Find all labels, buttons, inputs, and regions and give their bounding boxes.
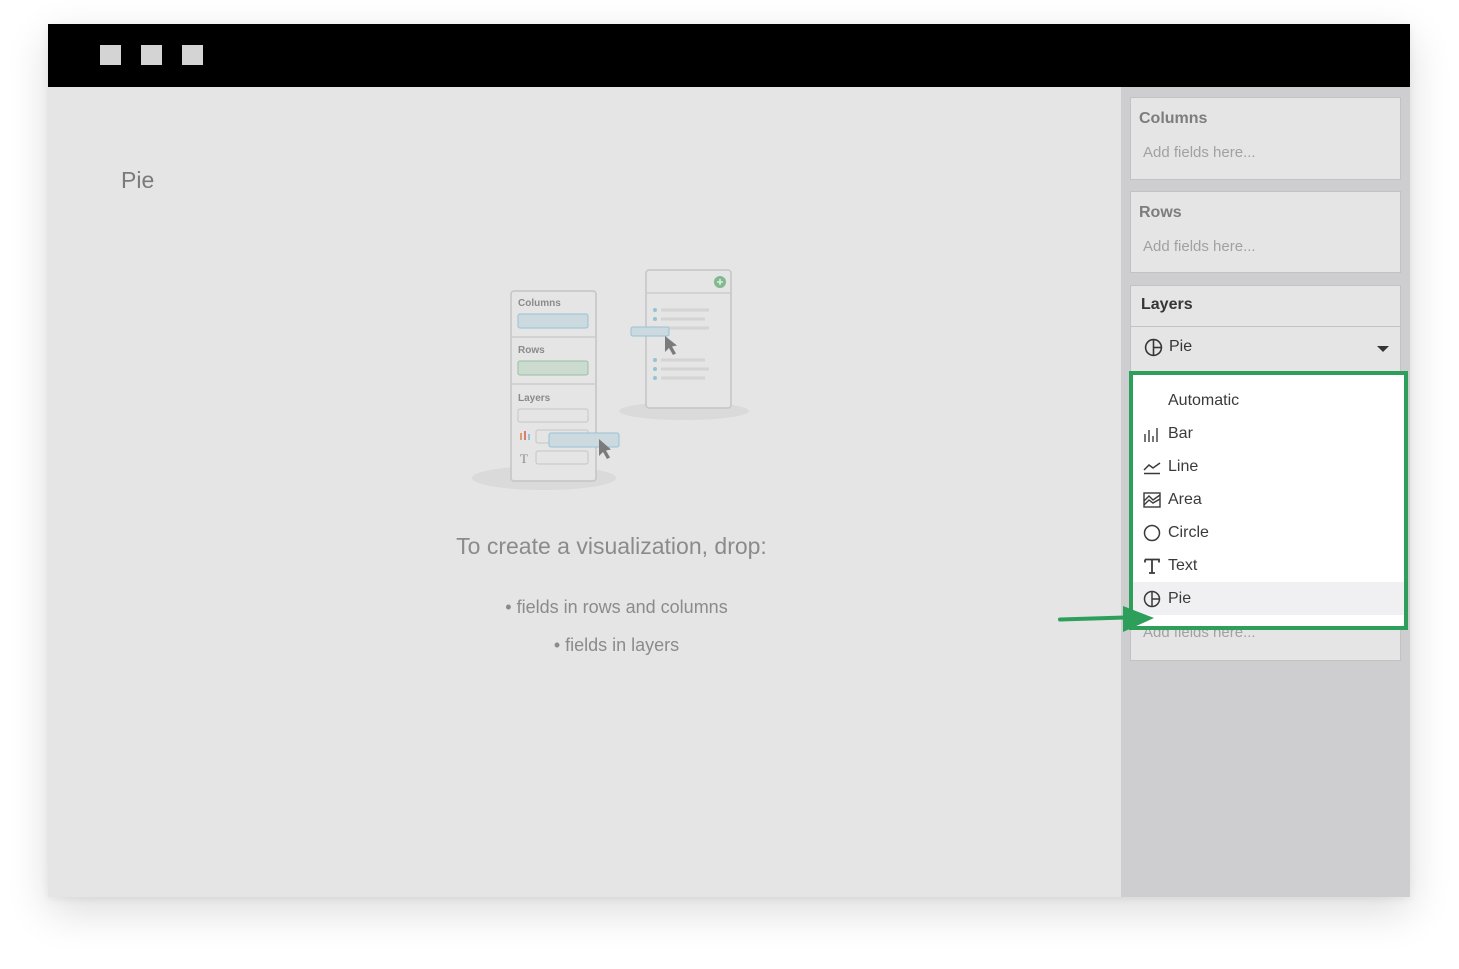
- columns-shelf-placeholder: Add fields here...: [1143, 144, 1256, 161]
- illustration-text-glyph: T: [520, 451, 528, 466]
- area-chart-icon: [1143, 492, 1161, 508]
- layer-option-line[interactable]: Line: [1133, 450, 1404, 483]
- columns-shelf-title: Columns: [1139, 110, 1208, 127]
- layer-option-label: Area: [1168, 491, 1202, 508]
- layer-option-label: Pie: [1168, 590, 1192, 607]
- layer-option-label: Circle: [1168, 524, 1209, 541]
- empty-state-title: To create a visualization, drop:: [456, 533, 767, 559]
- rows-shelf-title: Rows: [1139, 204, 1182, 221]
- window-button-1[interactable]: [100, 45, 121, 65]
- layer-option-label: Bar: [1168, 425, 1193, 442]
- window-button-3[interactable]: [182, 45, 203, 65]
- layer-type-dropdown: Automatic Bar Line Area Circle Text Pie: [1129, 371, 1408, 630]
- rows-shelf[interactable]: Rows Add fields here...: [1130, 191, 1401, 273]
- app-window: Pie Columns Rows Layers T To create a vi…: [48, 24, 1410, 897]
- illustration-columns-label: Columns: [518, 298, 561, 309]
- empty-state-illustration: Columns Rows Layers T: [472, 269, 749, 490]
- columns-shelf[interactable]: Columns Add fields here...: [1130, 97, 1401, 180]
- window-button-2[interactable]: [141, 45, 162, 65]
- layer-option-text[interactable]: Text: [1133, 549, 1404, 582]
- text-icon: [1144, 558, 1160, 574]
- layer-option-area[interactable]: Area: [1133, 483, 1404, 516]
- layer-option-automatic[interactable]: Automatic: [1133, 384, 1404, 417]
- bar-chart-icon: [1144, 428, 1158, 442]
- rows-shelf-placeholder: Add fields here...: [1143, 238, 1256, 255]
- layer-option-bar[interactable]: Bar: [1133, 417, 1404, 450]
- layer-option-label: Line: [1168, 458, 1199, 475]
- empty-state-line-layers: • fields in layers: [553, 635, 680, 655]
- layer-option-pie[interactable]: Pie: [1133, 582, 1404, 615]
- layer-type-select[interactable]: Pie: [1131, 327, 1400, 369]
- circle-icon: [1143, 524, 1161, 542]
- visualization-title[interactable]: Pie: [121, 167, 154, 194]
- line-chart-icon: [1143, 462, 1161, 475]
- visualization-canvas: Pie Columns Rows Layers T To create a vi…: [48, 87, 1121, 897]
- layer-option-label: Automatic: [1168, 392, 1240, 409]
- layer-option-circle[interactable]: Circle: [1133, 516, 1404, 549]
- layers-shelf-title: Layers: [1141, 296, 1193, 313]
- empty-state-line-rows-columns: • fields in rows and columns: [505, 597, 728, 617]
- illustration-rows-label: Rows: [518, 345, 545, 356]
- chevron-down-icon: [1377, 346, 1389, 352]
- title-bar: [48, 24, 1410, 87]
- annotation-arrow-icon: [1058, 606, 1154, 632]
- layer-type-selected-label: Pie: [1169, 338, 1193, 355]
- layer-option-label: Text: [1168, 557, 1198, 574]
- pie-icon: [1144, 338, 1163, 357]
- illustration-layers-label: Layers: [518, 393, 551, 404]
